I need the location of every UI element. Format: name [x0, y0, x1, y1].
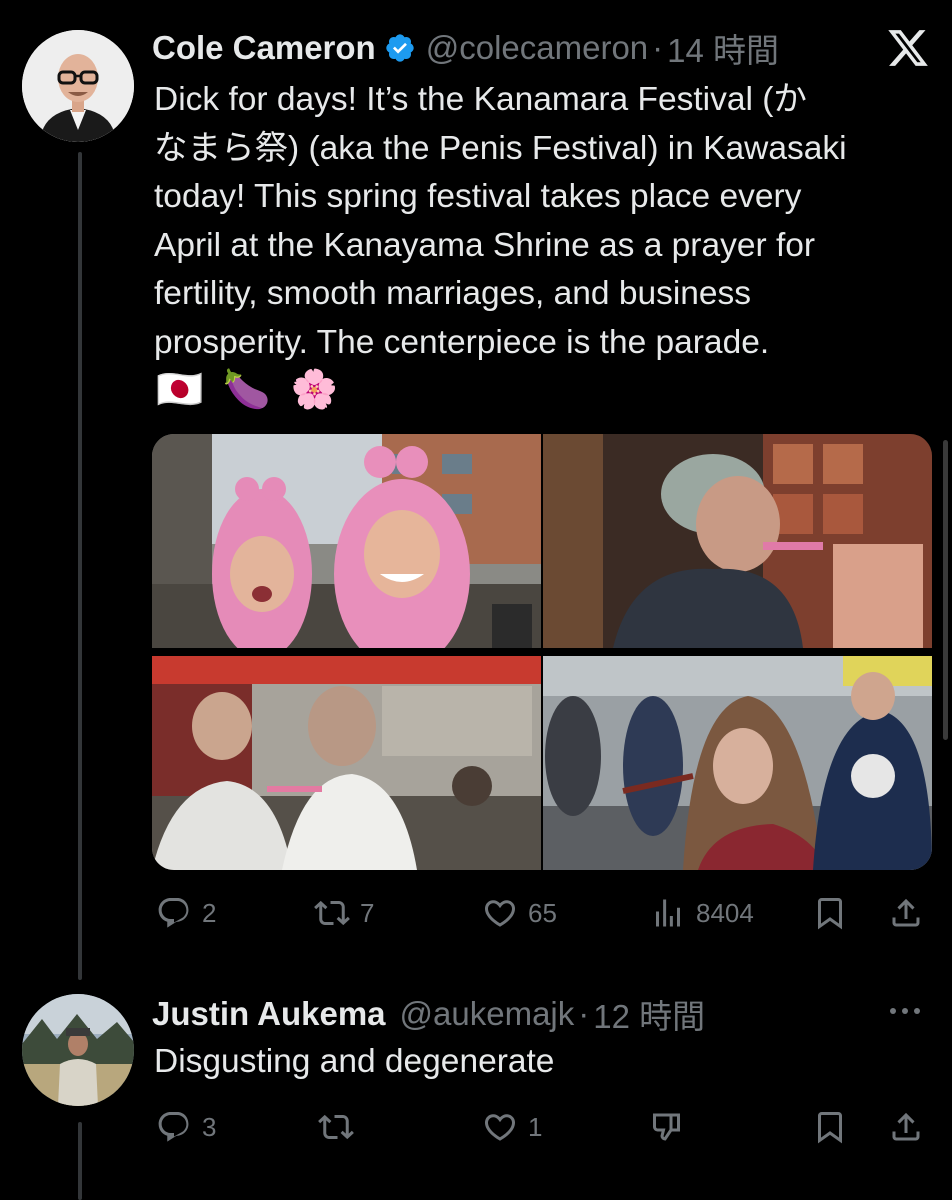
timestamp[interactable]: 14 時間 — [667, 24, 779, 72]
bookmark-button[interactable] — [812, 895, 848, 931]
more-icon[interactable] — [890, 1004, 930, 1018]
tweet-text-line: なまら祭) (aka the Penis Festival) in Kawasa… — [154, 129, 847, 167]
photo-4[interactable] — [543, 656, 932, 870]
like-count: 65 — [528, 897, 557, 928]
reply-reply-count: 3 — [202, 1111, 217, 1142]
reply-author-handle[interactable]: @aukemajk — [400, 995, 575, 1033]
share-icon — [892, 898, 920, 927]
tweet-text: Dick for days! It’s the Kanamara Festiva… — [154, 76, 934, 368]
reply-icon — [158, 898, 189, 928]
like-button[interactable]: 65 — [482, 895, 557, 931]
reply-like-button[interactable]: 1 — [482, 1109, 542, 1145]
reply-bookmark-button[interactable] — [812, 1109, 848, 1145]
japan-flag-emoji: 🇯🇵 — [156, 369, 204, 411]
thumbs-down-icon — [653, 1113, 680, 1141]
tweet-header: Cole Cameron @colecameron · 14 時間 — [152, 24, 779, 72]
repost-icon — [318, 1114, 354, 1140]
dislike-button[interactable] — [650, 1109, 686, 1145]
repost-icon — [314, 900, 350, 926]
tweet-text-line: April at the Kanayama Shrine as a prayer… — [154, 226, 816, 264]
x-logo-icon[interactable] — [886, 26, 930, 70]
separator: · — [578, 995, 590, 1032]
reply-timestamp[interactable]: 12 時間 — [593, 990, 705, 1038]
scrollbar[interactable] — [943, 440, 948, 740]
repost-count: 7 — [360, 897, 375, 928]
heart-icon — [484, 900, 516, 927]
avatar[interactable] — [22, 30, 134, 142]
bookmark-icon — [818, 898, 842, 930]
photo-3[interactable] — [152, 656, 541, 870]
photo-1[interactable] — [152, 434, 541, 648]
media-grid — [152, 434, 932, 870]
author-name[interactable]: Cole Cameron — [152, 29, 376, 67]
tweet-text-line: Dick for days! It’s the Kanamara Festiva… — [154, 81, 807, 118]
reply-share-button[interactable] — [888, 1109, 924, 1145]
reply-icon — [158, 1112, 189, 1142]
author-handle[interactable]: @colecameron — [426, 29, 648, 67]
photo-2[interactable] — [543, 434, 932, 648]
tweet-text-line: today! This spring festival takes place … — [154, 178, 802, 216]
tweet-text-line: fertility, smooth marriages, and busines… — [154, 275, 752, 313]
analytics-icon — [656, 899, 680, 927]
reply-text: Disgusting and degenerate — [154, 1043, 555, 1080]
reply-action-bar: 3 1 — [0, 1102, 952, 1152]
reply-button[interactable]: 2 — [156, 895, 216, 931]
reply-header: Justin Aukema @aukemajk · 12 時間 — [152, 990, 705, 1038]
share-button[interactable] — [888, 895, 924, 931]
separator: · — [652, 29, 664, 66]
bookmark-icon — [818, 1112, 842, 1144]
views-count: 8404 — [696, 897, 754, 928]
reply-like-count: 1 — [528, 1111, 543, 1142]
reply-reply-button[interactable]: 3 — [156, 1109, 216, 1145]
eggplant-emoji: 🍆 — [223, 369, 271, 411]
share-icon — [892, 1112, 920, 1141]
heart-icon — [484, 1114, 516, 1141]
tweet-text-line: prosperity. The centerpiece is the parad… — [154, 323, 770, 361]
repost-button[interactable]: 7 — [314, 895, 374, 931]
verified-badge-icon — [384, 32, 416, 64]
thread-line — [78, 152, 82, 980]
reply-repost-button[interactable] — [318, 1109, 354, 1145]
reply-author-name[interactable]: Justin Aukema — [152, 995, 386, 1033]
emoji-row: 🇯🇵 🍆 🌸 — [156, 368, 338, 412]
tweet-action-bar: 2 7 65 8404 — [0, 888, 952, 938]
reply-avatar[interactable] — [22, 994, 134, 1106]
views-button[interactable]: 8404 — [650, 895, 754, 931]
cherry-blossom-emoji: 🌸 — [290, 369, 338, 411]
reply-count: 2 — [202, 897, 217, 928]
